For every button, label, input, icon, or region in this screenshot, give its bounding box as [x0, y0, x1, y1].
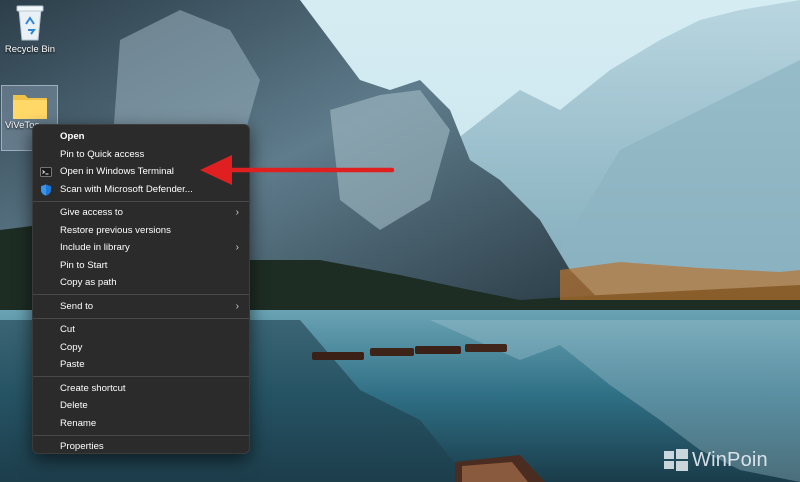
- menu-item-label: Create shortcut: [60, 382, 126, 394]
- defender-shield-icon: [41, 184, 51, 196]
- menu-item-send-to[interactable]: Send to ›: [33, 298, 249, 316]
- menu-separator: [33, 317, 249, 319]
- menu-item-label: Cut: [60, 324, 75, 335]
- recycle-bin-icon: [16, 5, 44, 41]
- menu-item-label: Open: [60, 131, 85, 142]
- menu-separator: [33, 200, 249, 202]
- recycle-bin-desktop-icon[interactable]: Recycle Bin: [0, 2, 60, 55]
- recycle-bin-label: Recycle Bin: [4, 44, 56, 55]
- menu-item-restore-previous-versions[interactable]: Restore previous versions: [33, 222, 249, 240]
- menu-item-pin-to-quick-access[interactable]: Pin to Quick access: [33, 146, 249, 164]
- menu-item-label: Restore previous versions: [60, 224, 171, 236]
- menu-item-label: Give access to: [60, 207, 123, 218]
- menu-separator: [33, 434, 249, 436]
- menu-item-label: Send to: [60, 300, 94, 312]
- menu-item-delete[interactable]: Delete: [33, 397, 249, 415]
- menu-item-paste[interactable]: Paste: [33, 356, 249, 374]
- menu-item-label: Copy as path: [60, 277, 117, 288]
- menu-item-open-in-windows-terminal[interactable]: Open in Windows Terminal: [33, 163, 249, 181]
- menu-item-label: Paste: [60, 359, 85, 370]
- menu-item-copy[interactable]: Copy: [33, 339, 249, 357]
- terminal-icon: [40, 167, 52, 177]
- menu-item-rename[interactable]: Rename: [33, 415, 249, 433]
- menu-item-give-access-to[interactable]: Give access to ›: [33, 204, 249, 222]
- chevron-right-icon: ›: [235, 207, 239, 218]
- menu-item-label: Properties: [60, 441, 104, 452]
- watermark-text: WinPoin: [692, 448, 768, 471]
- menu-item-open[interactable]: Open: [33, 128, 249, 146]
- menu-item-label: Rename: [60, 417, 97, 429]
- menu-item-label: Open in Windows Terminal: [60, 166, 174, 177]
- menu-item-label: Scan with Microsoft Defender...: [60, 183, 193, 195]
- menu-item-create-shortcut[interactable]: Create shortcut: [33, 380, 249, 398]
- winpoin-watermark: WinPoin: [664, 447, 768, 473]
- menu-item-label: Pin to Start: [60, 259, 108, 271]
- menu-separator: [33, 376, 249, 377]
- menu-item-cut[interactable]: Cut: [33, 321, 249, 339]
- menu-item-scan-with-microsoft-defender[interactable]: Scan with Microsoft Defender...: [33, 181, 249, 199]
- menu-item-label: Copy: [60, 341, 83, 353]
- menu-item-properties[interactable]: Properties: [33, 438, 249, 456]
- menu-item-label: Include in library: [60, 242, 130, 253]
- chevron-right-icon: ›: [235, 242, 239, 253]
- menu-separator: [33, 294, 249, 295]
- winpoin-logo-icon: [664, 449, 688, 471]
- folder-icon: [12, 95, 47, 119]
- menu-item-include-in-library[interactable]: Include in library ›: [33, 239, 249, 257]
- menu-item-label: Pin to Quick access: [60, 148, 145, 160]
- menu-item-label: Delete: [60, 400, 88, 411]
- menu-item-copy-as-path[interactable]: Copy as path: [33, 274, 249, 292]
- menu-item-pin-to-start[interactable]: Pin to Start: [33, 257, 249, 275]
- context-menu: Open Pin to Quick access Open in Windows…: [32, 124, 250, 454]
- chevron-right-icon: ›: [235, 300, 239, 312]
